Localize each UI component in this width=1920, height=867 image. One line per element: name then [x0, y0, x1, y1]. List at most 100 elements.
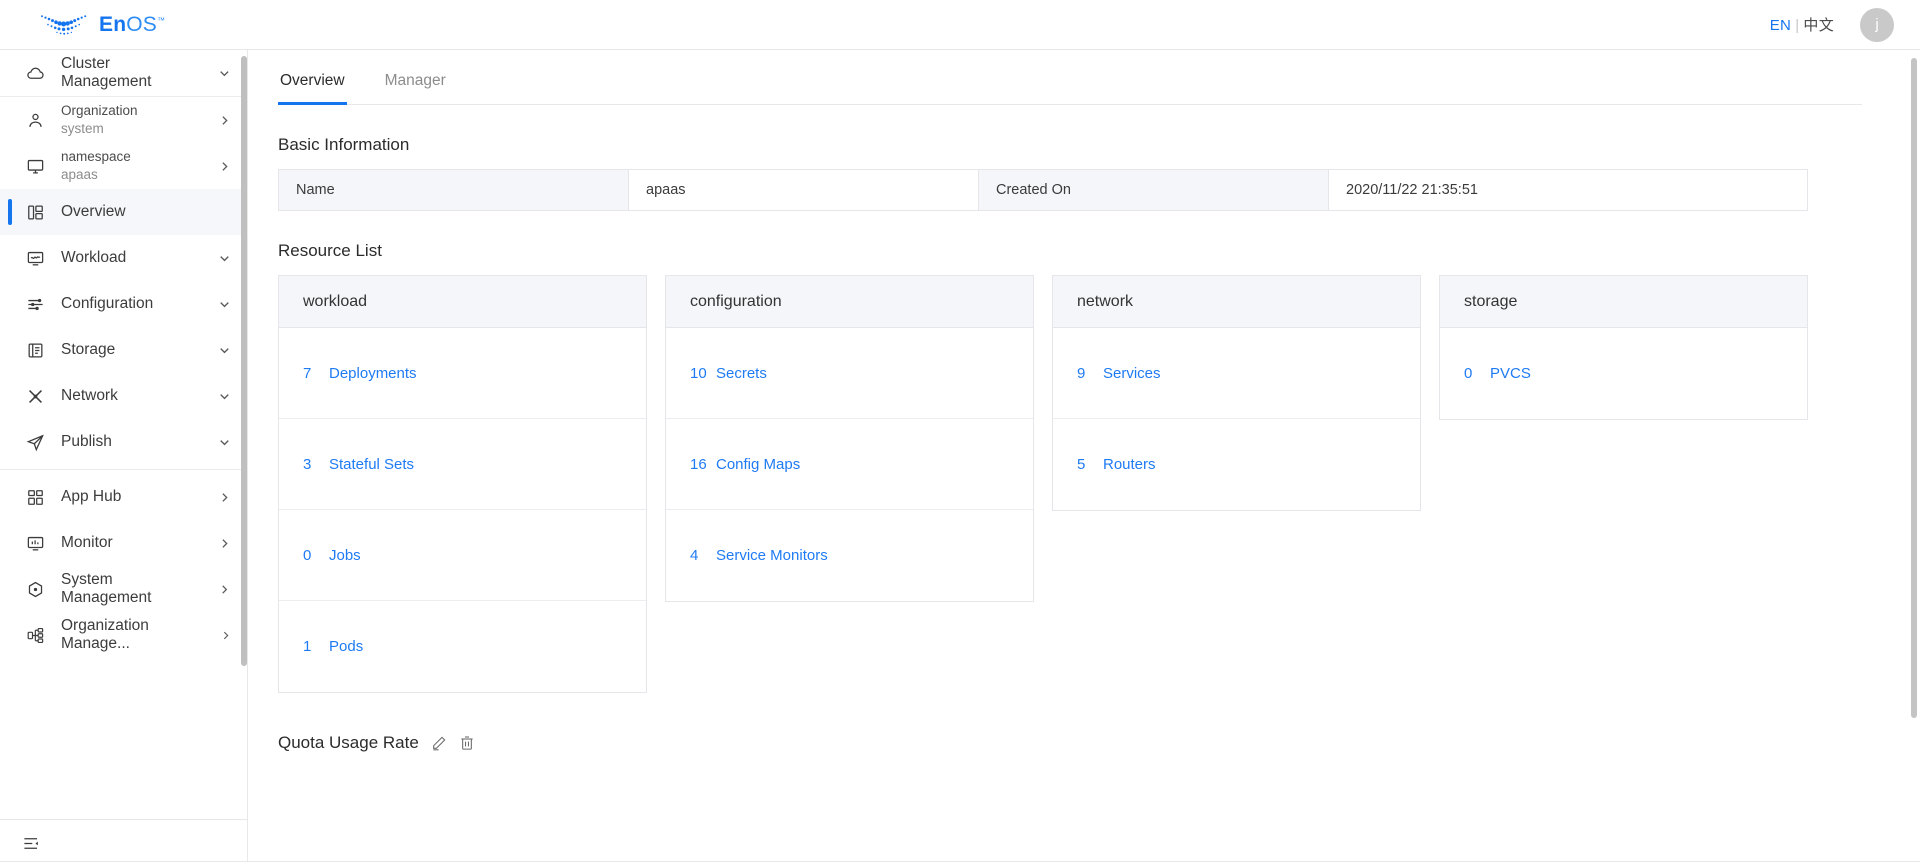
sidebar-item-workload[interactable]: Workload: [0, 235, 247, 281]
sidebar-item-network[interactable]: Network: [0, 373, 247, 419]
resource-card-configuration: configuration 10 Secrets 16 Config Maps …: [665, 275, 1034, 602]
resource-row-secrets[interactable]: 10 Secrets: [666, 328, 1033, 419]
sidebar-item-overview[interactable]: Overview: [0, 189, 247, 235]
count-secrets: 10: [690, 364, 707, 382]
enos-swoosh-icon: [41, 14, 87, 35]
chevron-right-icon: [222, 584, 228, 594]
send-icon: [26, 434, 44, 451]
pencil-icon[interactable]: [431, 735, 447, 751]
chevron-right-icon: [223, 631, 228, 639]
label-deployments[interactable]: Deployments: [329, 365, 417, 382]
monitor-icon: [27, 159, 44, 173]
chevron-right-icon: [222, 492, 228, 502]
sidebar-item-system-management[interactable]: System Management: [0, 566, 247, 612]
card-title-workload: workload: [279, 276, 646, 328]
sidebar-organization-title: Organization: [61, 102, 138, 118]
count-stateful-sets: 3: [303, 455, 312, 473]
sidebar-footer: [0, 819, 247, 867]
app-logo[interactable]: EnOS™: [0, 12, 165, 38]
lang-en-option[interactable]: EN: [1770, 17, 1791, 34]
sidebar-item-monitor[interactable]: Monitor: [0, 520, 247, 566]
trash-icon[interactable]: [459, 735, 475, 751]
resource-cards: workload 7 Deployments 3 Stateful Sets 0…: [278, 275, 1808, 693]
cloud-icon: [27, 67, 44, 79]
sidebar-cluster-management[interactable]: Cluster Management: [0, 50, 247, 97]
body-row: Cluster Management Organization system n…: [0, 50, 1920, 867]
label-secrets[interactable]: Secrets: [716, 365, 767, 382]
label-services[interactable]: Services: [1103, 365, 1161, 382]
count-deployments: 7: [303, 364, 312, 382]
sidebar-label-configuration: Configuration: [61, 295, 154, 312]
basic-information-table: Name apaas Created On 2020/11/22 21:35:5…: [278, 169, 1808, 211]
label-pvcs[interactable]: PVCS: [1490, 365, 1531, 382]
sidebar-item-configuration[interactable]: Configuration: [0, 281, 247, 327]
label-routers[interactable]: Routers: [1103, 456, 1156, 473]
sidebar-label-network: Network: [61, 387, 118, 404]
resource-row-jobs[interactable]: 0 Jobs: [279, 510, 646, 601]
resource-list-title: Resource List: [278, 241, 382, 260]
resource-card-network: network 9 Services 5 Routers: [1052, 275, 1421, 511]
sidebar: Cluster Management Organization system n…: [0, 50, 248, 867]
lang-separator: |: [1795, 17, 1800, 34]
resource-row-service-monitors[interactable]: 4 Service Monitors: [666, 510, 1033, 601]
count-config-maps: 16: [690, 455, 707, 473]
network-icon: [29, 389, 42, 403]
resource-row-pvcs[interactable]: 0 PVCS: [1440, 328, 1807, 419]
basic-information-title: Basic Information: [278, 135, 410, 154]
user-avatar[interactable]: j: [1860, 7, 1894, 42]
count-routers: 5: [1077, 456, 1086, 473]
sidebar-label-publish: Publish: [61, 433, 112, 450]
sidebar-divider: [0, 469, 247, 470]
sidebar-organization-value: system: [61, 121, 104, 136]
storage-icon: [28, 343, 43, 357]
count-services: 9: [1077, 364, 1086, 382]
label-config-maps[interactable]: Config Maps: [716, 456, 800, 473]
label-jobs[interactable]: Jobs: [329, 547, 361, 564]
label-pods[interactable]: Pods: [329, 638, 363, 655]
resource-row-deployments[interactable]: 7 Deployments: [279, 328, 646, 419]
resource-row-stateful-sets[interactable]: 3 Stateful Sets: [279, 419, 646, 510]
chevron-right-icon: [222, 115, 228, 125]
sidebar-item-organization[interactable]: Organization system: [0, 97, 247, 143]
sidebar-item-publish[interactable]: Publish: [0, 419, 247, 465]
resource-row-config-maps[interactable]: 16 Config Maps: [666, 419, 1033, 510]
collapse-sidebar-icon[interactable]: [22, 834, 41, 853]
resource-row-routers[interactable]: 5 Routers: [1053, 419, 1420, 510]
sidebar-item-app-hub[interactable]: App Hub: [0, 474, 247, 520]
chevron-right-icon: [222, 161, 228, 171]
sidebar-item-organization-management[interactable]: Organization Manage...: [0, 612, 247, 658]
workload-icon: [27, 251, 44, 265]
sidebar-label-overview: Overview: [61, 203, 126, 220]
card-title-configuration: configuration: [666, 276, 1033, 328]
label-service-monitors[interactable]: Service Monitors: [716, 547, 828, 564]
chevron-down-icon: [220, 255, 229, 261]
chevron-down-icon: [220, 439, 229, 445]
tab-overview[interactable]: Overview: [278, 72, 347, 105]
target-icon: [28, 581, 43, 597]
sidebar-item-namespace[interactable]: namespace apaas: [0, 143, 247, 189]
dashboard-icon: [28, 205, 43, 219]
count-pvcs: 0: [1464, 365, 1473, 382]
sidebar-label-storage: Storage: [61, 341, 116, 358]
content-tabs: Overview Manager: [278, 50, 1862, 105]
main-scrollbar[interactable]: [1911, 58, 1917, 718]
tab-manager[interactable]: Manager: [383, 72, 448, 104]
app-root: EnOS™ EN | 中文 j Cluster Management Organ…: [0, 0, 1920, 867]
resource-row-services[interactable]: 9 Services: [1053, 328, 1420, 419]
info-value-name: apaas: [629, 170, 979, 210]
monitor-chart-icon: [27, 536, 44, 550]
resource-card-storage: storage 0 PVCS: [1439, 275, 1808, 420]
sliders-icon: [28, 298, 43, 310]
card-title-storage: storage: [1440, 276, 1807, 328]
sidebar-label-app-hub: App Hub: [61, 488, 122, 505]
grid-icon: [28, 489, 43, 505]
sidebar-scroll-area: Cluster Management Organization system n…: [0, 50, 247, 819]
count-service-monitors: 4: [690, 547, 699, 564]
sidebar-cluster-label: Cluster Management: [61, 55, 152, 90]
language-switcher[interactable]: EN | 中文: [1770, 14, 1834, 35]
sidebar-item-storage[interactable]: Storage: [0, 327, 247, 373]
sidebar-scrollbar[interactable]: [241, 56, 247, 666]
label-stateful-sets[interactable]: Stateful Sets: [329, 456, 414, 473]
lang-zh-option[interactable]: 中文: [1803, 17, 1834, 34]
resource-row-pods[interactable]: 1 Pods: [279, 601, 646, 692]
